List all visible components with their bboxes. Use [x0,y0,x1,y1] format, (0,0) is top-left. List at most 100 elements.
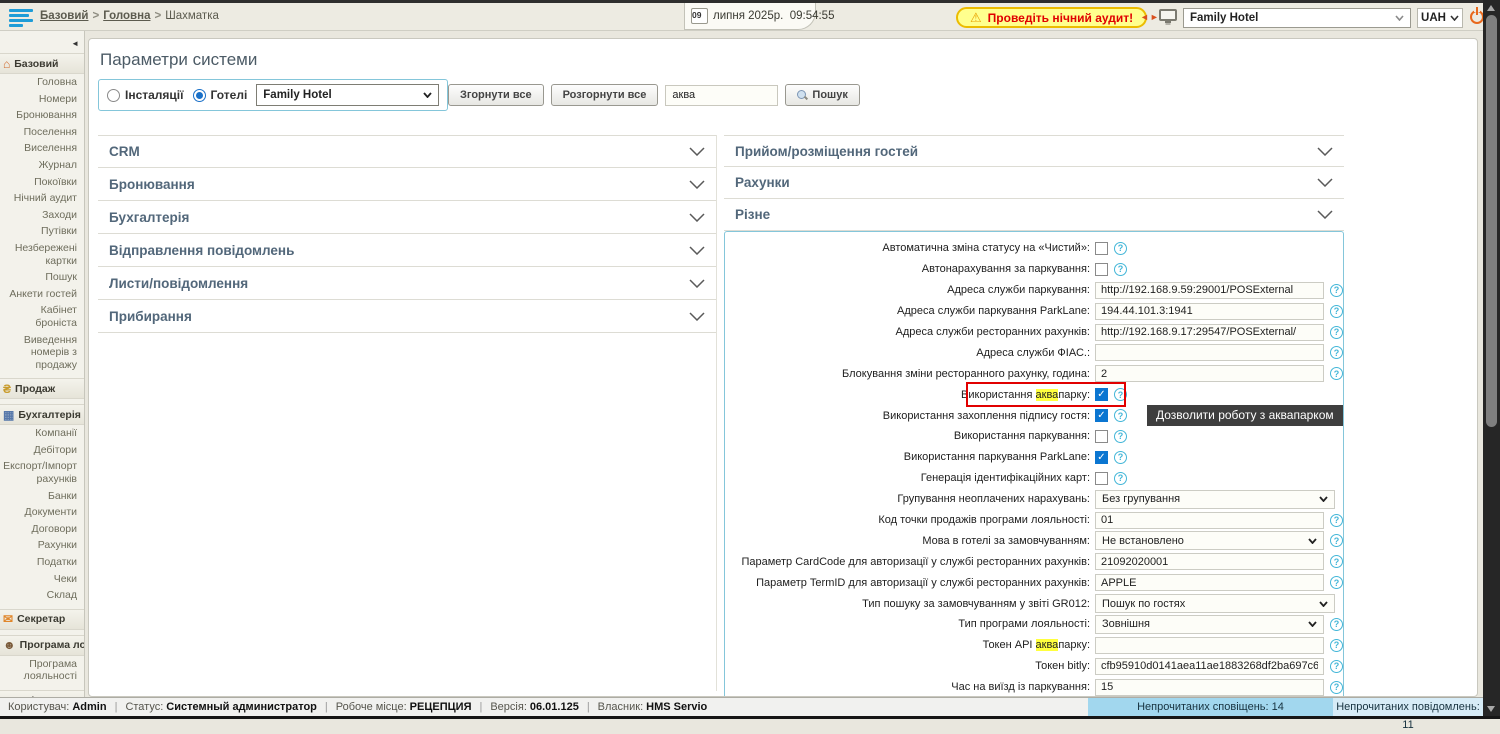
help-icon[interactable]: ? [1330,576,1343,589]
sidebar-item[interactable]: Кабінет броніста [0,302,84,331]
search-button[interactable]: Пошук [785,84,859,106]
setting-select[interactable]: Пошук по гостях [1095,594,1335,613]
search-input[interactable] [665,85,778,106]
help-icon[interactable]: ? [1330,346,1343,359]
sidebar-item[interactable]: Путівки [0,223,84,240]
menu-icon[interactable] [9,9,33,25]
help-icon[interactable]: ? [1330,618,1343,631]
help-icon[interactable]: ? [1330,639,1343,652]
sidebar-item[interactable]: Програма лояльності [0,656,84,685]
hotel-select[interactable]: Family Hotel [1183,8,1411,28]
currency-select[interactable]: UAH [1417,8,1463,28]
sidebar-item[interactable]: Договори [0,521,84,538]
date-tab[interactable]: 09 липня 2025р. 09:54:55 [684,3,816,30]
help-icon[interactable]: ? [1330,660,1343,673]
setting-input[interactable] [1095,512,1324,529]
collapse-all-button[interactable]: Згорнути все [448,84,544,106]
sidebar-item[interactable]: Склад [0,587,84,604]
sidebar-item[interactable]: Банки [0,488,84,505]
sidebar-item[interactable]: Чеки [0,571,84,588]
accordion-section[interactable]: CRM [98,135,716,168]
sidebar-item[interactable]: Незбережені картки [0,240,84,269]
unread-messages-badge[interactable]: Непрочитаних повідомлень: 11 [1333,698,1483,716]
sidebar-item[interactable]: Дебітори [0,442,84,459]
help-icon[interactable]: ? [1330,555,1343,568]
breadcrumb-home[interactable]: Головна [103,10,150,22]
sidebar-item[interactable]: Заходи [0,207,84,224]
help-icon[interactable]: ? [1330,681,1343,694]
accordion-section[interactable]: Різне [724,199,1344,231]
help-icon[interactable]: ? [1114,472,1127,485]
scrollbar-thumb[interactable] [1486,15,1497,427]
sidebar-item[interactable]: Експорт/Імпорт рахунків [0,458,84,487]
checkbox[interactable]: ✓ [1095,451,1108,464]
checkbox[interactable] [1095,263,1108,276]
setting-select[interactable]: Зовнішня [1095,615,1324,634]
sidebar-section-2[interactable]: ₴Продаж [0,378,84,399]
help-icon[interactable]: ? [1114,409,1127,422]
sidebar-item[interactable]: Рахунки [0,537,84,554]
setting-input[interactable] [1095,344,1324,361]
help-icon[interactable]: ? [1330,534,1343,547]
radio-installations[interactable] [107,89,120,102]
setting-input[interactable] [1095,303,1324,320]
checkbox[interactable]: ✓ [1095,388,1108,401]
sidebar-item[interactable]: Компанії [0,425,84,442]
setting-select[interactable]: Не встановлено [1095,531,1324,550]
help-icon[interactable]: ? [1330,367,1343,380]
help-icon[interactable]: ? [1114,388,1127,401]
sidebar-item[interactable]: Документи [0,504,84,521]
accordion-section[interactable]: Листи/повідомлення [98,267,716,300]
sidebar-section-4[interactable]: ✉Секретар [0,609,84,630]
setting-input[interactable] [1095,365,1324,382]
sidebar-section-3[interactable]: ▦Бухгалтерія [0,404,84,425]
scroll-down-arrow[interactable] [1487,706,1495,712]
swap-arrows-icon[interactable]: ◄► [1140,12,1160,22]
sidebar-section-5[interactable]: ☻Програма ло [0,635,84,656]
radio-hotels[interactable] [193,89,206,102]
checkbox[interactable] [1095,242,1108,255]
checkbox[interactable] [1095,472,1108,485]
setting-input[interactable] [1095,282,1324,299]
sidebar-item[interactable]: Номери [0,91,84,108]
sidebar-item[interactable]: Пошук [0,269,84,286]
power-icon[interactable] [1470,10,1484,24]
sidebar-item[interactable]: Головна [0,74,84,91]
accordion-section[interactable]: Бухгалтерія [98,201,716,234]
accordion-section[interactable]: Рахунки [724,167,1344,199]
accordion-section[interactable]: Бронювання [98,168,716,201]
setting-input[interactable] [1095,658,1324,675]
help-icon[interactable]: ? [1114,430,1127,443]
setting-select[interactable]: Без групування [1095,490,1335,509]
help-icon[interactable]: ? [1114,451,1127,464]
vertical-scrollbar[interactable] [1483,0,1500,719]
night-audit-warning[interactable]: ⚠ Проведіть нічний аудит! [956,7,1147,28]
sidebar-item[interactable]: Покоївки [0,174,84,191]
help-icon[interactable]: ? [1330,284,1343,297]
setting-input[interactable] [1095,574,1324,591]
monitor-icon[interactable] [1159,9,1177,21]
sidebar-section-1[interactable]: ⌂Базовий [0,53,84,74]
help-icon[interactable]: ? [1114,242,1127,255]
accordion-section[interactable]: Відправлення повідомлень [98,234,716,267]
setting-input[interactable] [1095,637,1324,654]
sidebar-item[interactable]: Виселення [0,140,84,157]
sidebar-section-6[interactable]: ▤Звіти [0,690,84,697]
sidebar-collapse-icon[interactable]: ◄ [71,39,79,48]
accordion-section[interactable]: Прийом/розміщення гостей [724,135,1344,167]
scroll-up-arrow[interactable] [1487,5,1495,11]
setting-input[interactable] [1095,553,1324,570]
sidebar-item[interactable]: Анкети гостей [0,286,84,303]
expand-all-button[interactable]: Розгорнути все [551,84,659,106]
sidebar-item[interactable]: Бронювання [0,107,84,124]
unread-notifications-badge[interactable]: Непрочитаних сповіщень: 14 [1088,698,1333,716]
help-icon[interactable]: ? [1330,305,1343,318]
sidebar-item[interactable]: Виведення номерів з продажу [0,332,84,374]
help-icon[interactable]: ? [1330,326,1343,339]
sidebar-item[interactable]: Податки [0,554,84,571]
setting-input[interactable] [1095,679,1324,696]
help-icon[interactable]: ? [1114,263,1127,276]
sidebar-item[interactable]: Нічний аудит [0,190,84,207]
breadcrumb-base[interactable]: Базовий [40,10,88,22]
checkbox[interactable]: ✓ [1095,409,1108,422]
